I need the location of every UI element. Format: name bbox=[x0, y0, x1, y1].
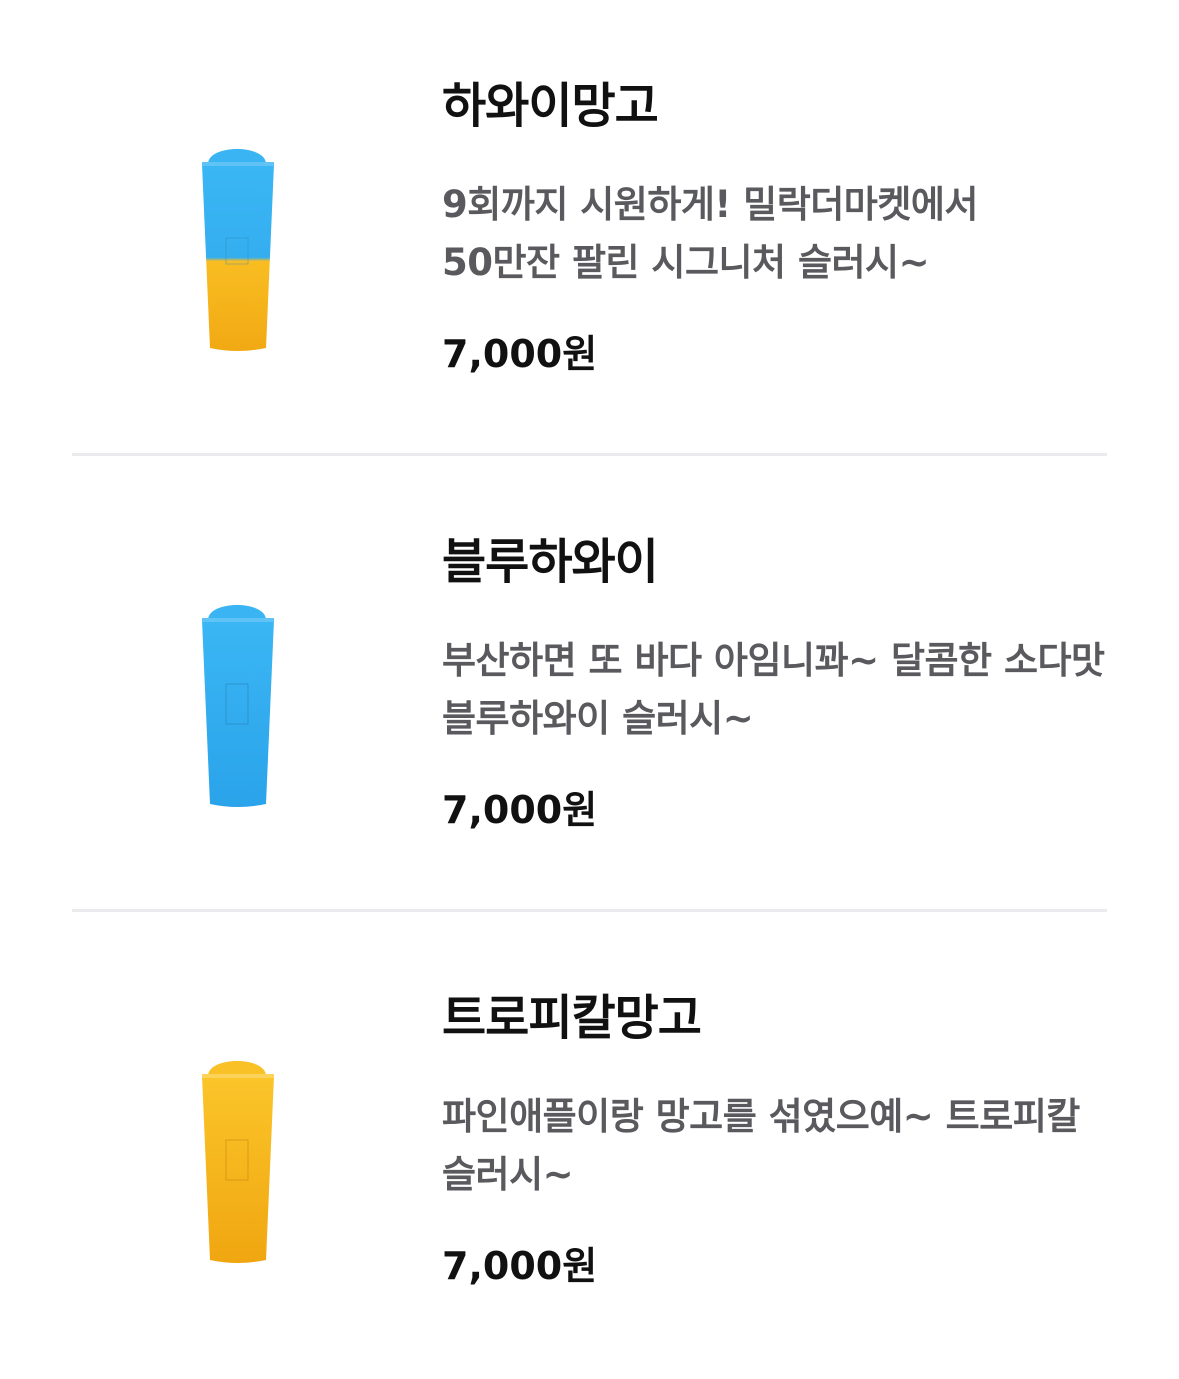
item-price: 7,000원 bbox=[442, 1244, 598, 1288]
menu-item-blue-hawaii[interactable]: 블루하와이 부산하면 또 바다 아임니꽈~ 달콤한 소다맛 블루하와이 슬러시~… bbox=[72, 456, 1107, 912]
item-name: 트로피칼망고 bbox=[442, 990, 702, 1046]
item-description: 부산하면 또 바다 아임니꽈~ 달콤한 소다맛 블루하와이 슬러시~ bbox=[442, 639, 1105, 740]
item-description: 9회까지 시원하게! 밀락더마켓에서 50만잔 팔린 시그니처 슬러시~ bbox=[442, 183, 978, 284]
blue-yellow-slush-cup-icon bbox=[190, 138, 286, 368]
item-name: 하와이망고 bbox=[442, 78, 659, 134]
menu-item-tropical-mango[interactable]: 트로피칼망고 파인애플이랑 망고를 섞였으예~ 트로피칼 슬러시~ 7,000원 bbox=[72, 912, 1107, 1368]
item-price: 7,000원 bbox=[442, 332, 598, 376]
item-name: 블루하와이 bbox=[442, 534, 659, 590]
menu-item-hawaii-mango[interactable]: 하와이망고 9회까지 시원하게! 밀락더마켓에서 50만잔 팔린 시그니처 슬러… bbox=[72, 0, 1107, 456]
blue-slush-cup-icon bbox=[190, 594, 286, 824]
item-description: 파인애플이랑 망고를 섞였으예~ 트로피칼 슬러시~ bbox=[442, 1095, 1080, 1196]
yellow-slush-cup-icon bbox=[190, 1050, 286, 1280]
menu-list: 하와이망고 9회까지 시원하게! 밀락더마켓에서 50만잔 팔린 시그니처 슬러… bbox=[72, 0, 1107, 1368]
item-price: 7,000원 bbox=[442, 788, 598, 832]
